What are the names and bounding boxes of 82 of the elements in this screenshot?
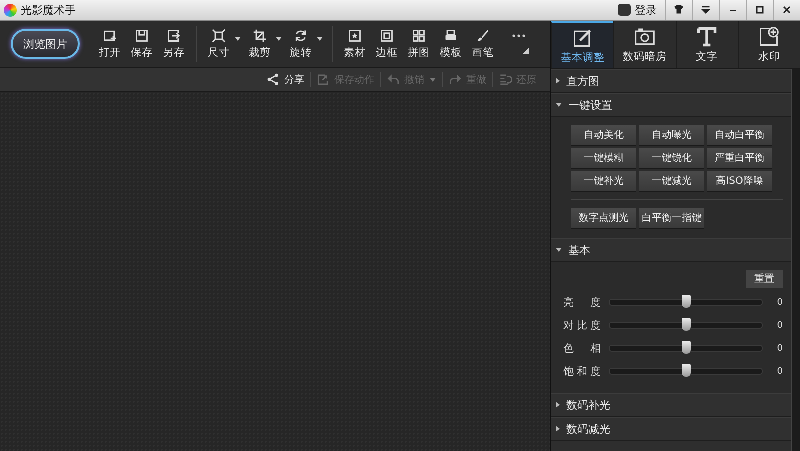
caret-icon <box>276 37 282 41</box>
rotate-icon <box>294 28 308 42</box>
toolbar-button[interactable]: 边框 <box>371 28 403 60</box>
redo-icon <box>449 73 462 86</box>
caret-icon <box>235 37 241 41</box>
corner-triangle-icon[interactable] <box>523 48 529 54</box>
caret-right-icon <box>556 78 560 84</box>
section-header[interactable]: 数码补光 <box>551 393 791 417</box>
preset-button[interactable]: 严重白平衡 <box>707 148 772 168</box>
toolbar-button[interactable]: 另存 <box>158 28 190 60</box>
section-header[interactable]: 数码减光 <box>551 417 791 441</box>
image-plus-icon <box>103 28 117 42</box>
watermark-icon <box>758 26 780 48</box>
caret-right-icon <box>556 426 560 432</box>
caret-icon <box>430 78 436 82</box>
preset-button[interactable]: 一键锐化 <box>639 148 704 168</box>
slider-thumb[interactable] <box>682 364 692 377</box>
toolbar-button[interactable]: 画笔 <box>467 28 499 60</box>
reset-button[interactable]: 重置 <box>746 270 783 288</box>
maximize-icon <box>754 4 766 16</box>
slider-thumb[interactable] <box>682 341 692 354</box>
slider-thumb[interactable] <box>682 318 692 331</box>
toolbar-button[interactable]: 模板 <box>435 28 467 60</box>
printer-icon <box>444 28 458 42</box>
login-button[interactable]: 登录 <box>618 0 657 20</box>
panel-tab[interactable]: 数码暗房 <box>613 21 676 68</box>
frame-icon <box>380 28 394 42</box>
close-icon <box>781 4 793 16</box>
undo-icon <box>387 73 400 86</box>
crop-icon <box>253 28 267 42</box>
export-icon <box>317 73 330 86</box>
caret-right-icon <box>556 402 560 408</box>
slider-value: 0 <box>777 344 783 354</box>
browse-images-button[interactable]: 浏览图片 <box>11 29 80 59</box>
preset-button[interactable]: 一键补光 <box>571 171 636 191</box>
preset-button[interactable]: 白平衡一指键 <box>639 208 704 228</box>
panel-tab[interactable]: 文字 <box>676 21 738 68</box>
toolbar-button[interactable]: 素材 <box>339 28 371 60</box>
slider-label: 饱和度 <box>563 364 602 378</box>
toolbar-button[interactable]: 打开 <box>94 28 126 60</box>
menu-icon <box>700 4 712 16</box>
export-icon <box>167 28 181 42</box>
restore-icon <box>499 73 512 86</box>
undefined-button[interactable]: 分享 <box>261 72 310 86</box>
preset-button[interactable]: 数字点测光 <box>571 208 636 228</box>
toolbar-button[interactable]: 尺寸 <box>203 28 235 60</box>
section-header[interactable]: 基本 <box>551 238 791 262</box>
toolbar-button[interactable]: 保存 <box>126 28 158 60</box>
slider-value: 0 <box>777 366 783 376</box>
scrollbar[interactable] <box>791 69 800 451</box>
window-title: 光影魔术手 <box>21 2 76 18</box>
panel-tab[interactable]: 水印 <box>738 21 800 68</box>
grid-icon <box>412 28 426 42</box>
preset-button[interactable]: 自动美化 <box>571 125 636 145</box>
caret-down-icon <box>556 103 562 107</box>
resize-icon <box>212 28 226 42</box>
more-icon[interactable] <box>512 34 526 38</box>
section-header[interactable]: 一键设置 <box>551 93 791 117</box>
slider-thumb[interactable] <box>682 295 692 308</box>
preset-button[interactable]: 一键减光 <box>639 171 704 191</box>
preset-button[interactable]: 一键模糊 <box>571 148 636 168</box>
panel-tab[interactable]: 基本调整 <box>551 21 614 68</box>
save-icon <box>135 28 149 42</box>
share-icon <box>267 73 280 86</box>
preset-button[interactable]: 自动曝光 <box>639 125 704 145</box>
slider-value: 0 <box>777 298 783 308</box>
text-icon <box>696 26 718 48</box>
logo-icon <box>4 4 17 16</box>
toolbar-button[interactable]: 裁剪 <box>244 28 276 60</box>
slider-value: 0 <box>777 320 783 330</box>
slider-label: 亮度 <box>563 296 602 310</box>
preset-button[interactable]: 自动白平衡 <box>707 125 772 145</box>
slider-label: 色相 <box>563 342 602 356</box>
slider-label: 对比度 <box>563 318 602 332</box>
section-header[interactable]: 直方图 <box>551 69 791 93</box>
preset-button[interactable]: 高ISO降噪 <box>707 171 772 191</box>
shirt-icon <box>673 4 685 16</box>
brush-icon <box>476 28 490 42</box>
caret-icon <box>317 37 323 41</box>
toolbar-button[interactable]: 拼图 <box>403 28 435 60</box>
toolbar-button[interactable]: 旋转 <box>285 28 317 60</box>
caret-down-icon <box>556 248 562 252</box>
